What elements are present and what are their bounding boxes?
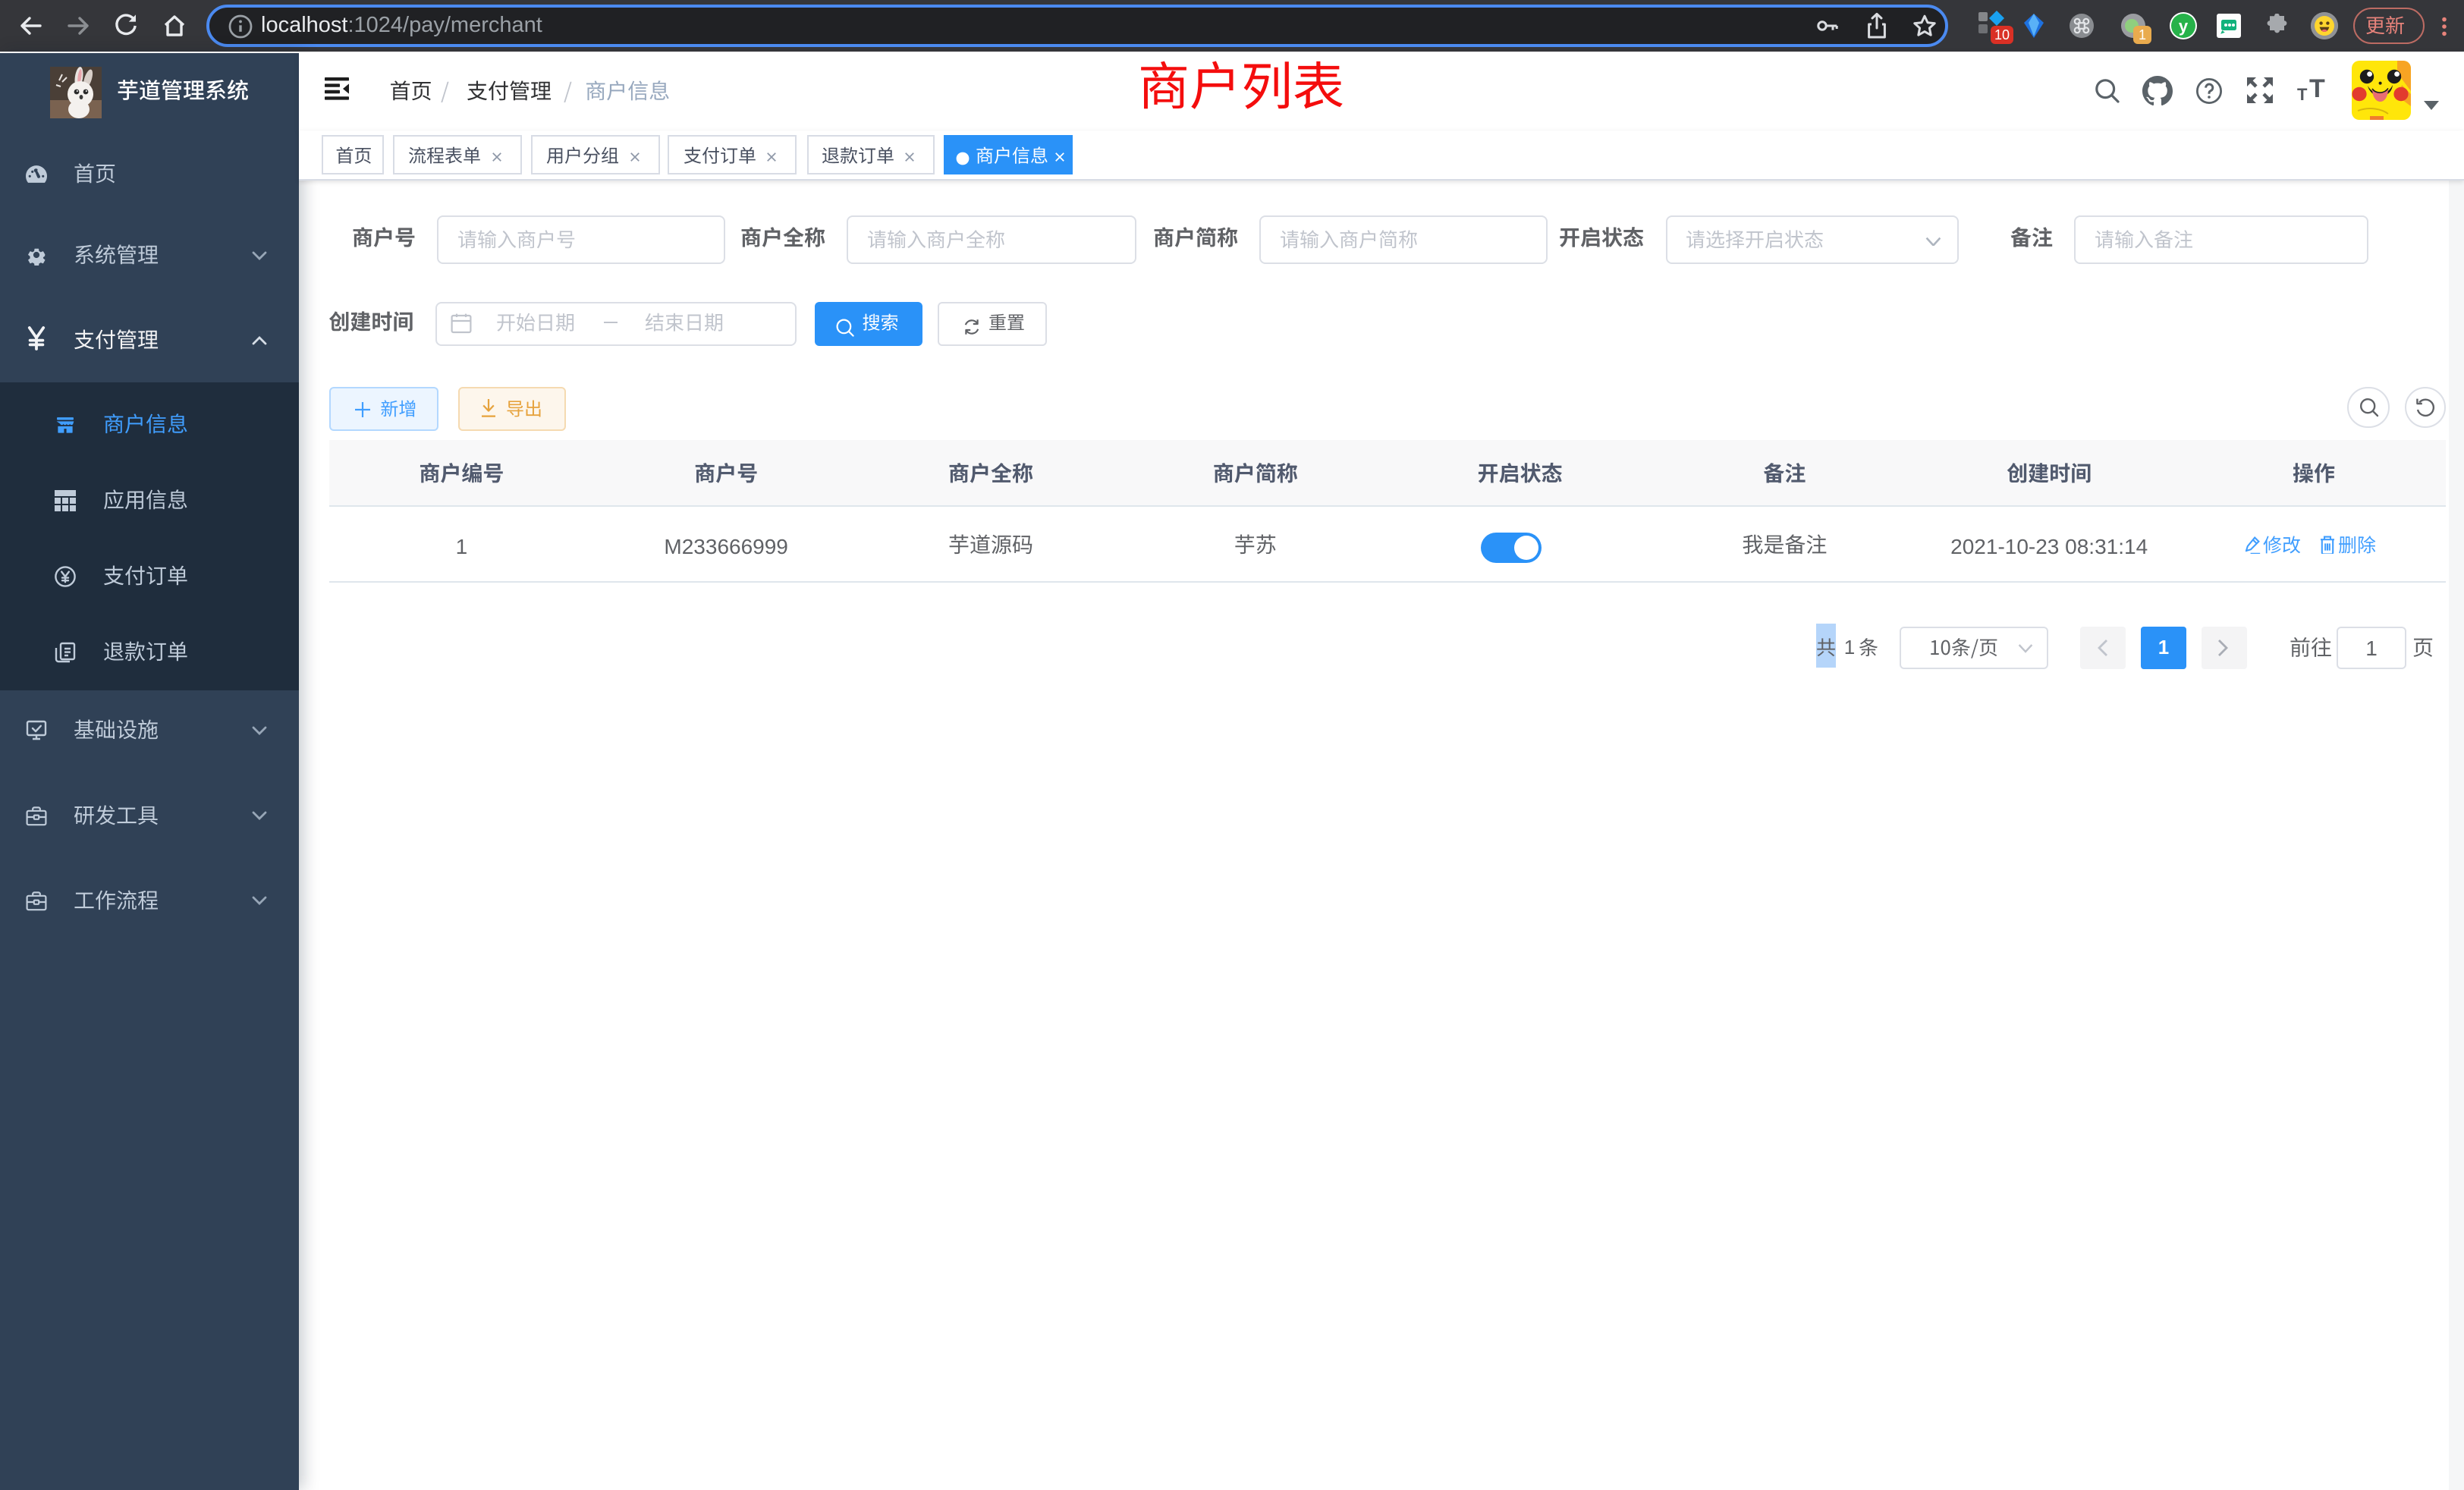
svg-text:y: y	[2179, 17, 2189, 36]
